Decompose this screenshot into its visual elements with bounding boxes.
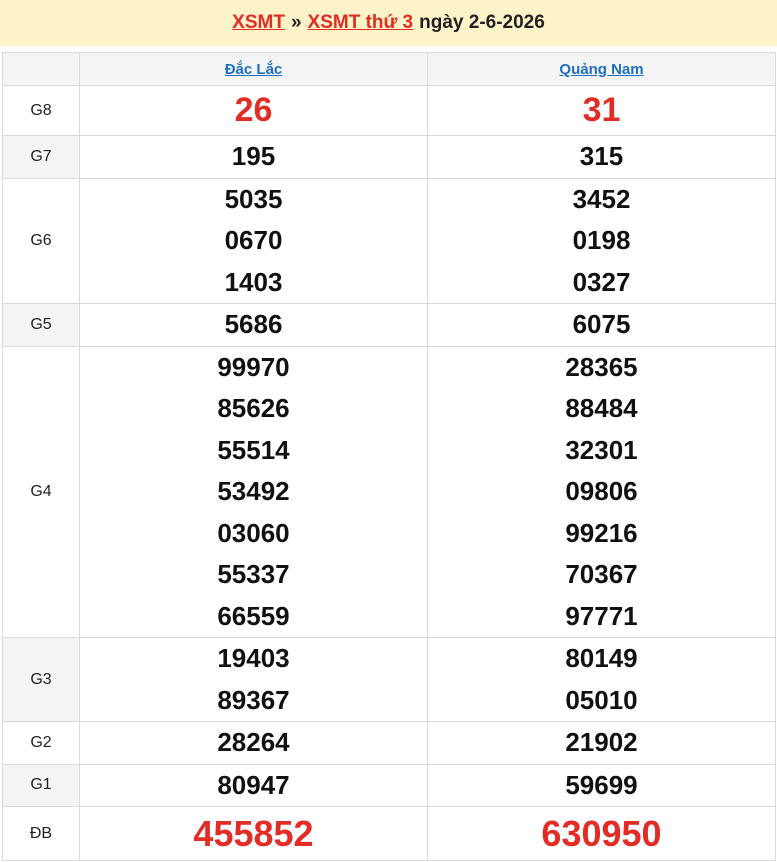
prize-number: 55337: [217, 559, 290, 589]
prize-number: 80149: [565, 643, 638, 673]
prize-number: 32301: [565, 434, 638, 465]
prize-row-g3: G3 19403 89367 80149 05010: [2, 637, 776, 722]
prize-number: 03060: [217, 517, 290, 548]
prize-number: 1403: [224, 266, 283, 297]
prize-number: 97771: [565, 600, 638, 631]
prize-label: ĐB: [2, 806, 80, 861]
breadcrumb-separator: »: [290, 12, 302, 33]
prize-cell: 21902: [427, 721, 776, 765]
prize-number: 59699: [565, 769, 638, 800]
prize-row-g8: G8 26 31: [2, 85, 776, 136]
prize-number: 0327: [572, 266, 631, 297]
province-link-quang-nam[interactable]: Quảng Nam: [559, 61, 643, 78]
prize-number: 455852: [193, 813, 314, 854]
prize-number: 5686: [224, 309, 283, 339]
prize-row-g5: G5 5686 6075: [2, 303, 776, 347]
prize-number: 85626: [217, 393, 290, 423]
prize-label: G6: [2, 177, 80, 304]
prize-label: G8: [2, 85, 80, 136]
prize-number: 21902: [565, 727, 638, 757]
prize-number: 0670: [224, 225, 283, 255]
xsmt-day-link[interactable]: XSMT thứ 3: [308, 12, 414, 34]
results-header: XSMT » XSMT thứ 3 ngày 2-6-2026: [0, 0, 777, 46]
prize-label: G5: [2, 303, 80, 347]
prize-number: 80947: [217, 769, 290, 800]
prize-number: 70367: [565, 559, 638, 589]
prize-number: 0198: [572, 225, 631, 255]
prize-label: G2: [2, 721, 80, 765]
prize-label: G1: [2, 763, 80, 807]
prize-label: G3: [2, 637, 80, 722]
prize-row-g4: G4 99970 85626 55514 53492 03060 55337 66559 283…: [2, 345, 776, 638]
prize-number: 55514: [217, 434, 290, 465]
prize-cell: 80947: [79, 763, 428, 807]
prize-number: 315: [579, 141, 624, 171]
prize-number: 99970: [217, 351, 290, 382]
province-link-dac-lac[interactable]: Đắc Lắc: [225, 61, 283, 78]
prize-cell: 315: [427, 135, 776, 179]
draw-date: ngày 2-6-2026: [419, 12, 545, 33]
prize-number: 630950: [541, 813, 662, 854]
prize-cell: 6075: [427, 303, 776, 347]
prize-number: 66559: [217, 600, 290, 631]
xsmt-link[interactable]: XSMT: [232, 12, 285, 34]
prize-number: 53492: [217, 476, 290, 506]
prize-label: G4: [2, 345, 80, 638]
prize-cell: 455852: [79, 806, 428, 861]
prize-number: 05010: [565, 684, 638, 715]
prize-number: 19403: [217, 643, 290, 673]
prize-number: 195: [231, 141, 276, 171]
prize-cell: 28264: [79, 721, 428, 765]
prize-number: 31: [582, 91, 621, 129]
prize-number: 5035: [224, 183, 283, 214]
prize-label: G7: [2, 135, 80, 179]
province-header-row: Đắc Lắc Quảng Nam: [2, 52, 776, 86]
prize-cell: 195: [79, 135, 428, 179]
prize-number: 3452: [572, 183, 631, 214]
prize-cell: 3452 0198 0327: [427, 177, 776, 304]
prize-row-đb: ĐB 455852 630950: [2, 806, 776, 861]
prize-number: 26: [234, 91, 273, 129]
prize-row-g2: G2 28264 21902: [2, 721, 776, 765]
prize-cell: 31: [427, 85, 776, 136]
corner-cell: [2, 52, 80, 86]
prize-row-g7: G7 195 315: [2, 135, 776, 179]
prize-cell: 28365 88484 32301 09806 99216 70367 97771: [427, 345, 776, 638]
prize-number: 28264: [217, 727, 290, 757]
prize-cell: 5686: [79, 303, 428, 347]
province-header: Quảng Nam: [427, 52, 776, 86]
prize-cell: 26: [79, 85, 428, 136]
prize-number: 28365: [565, 351, 638, 382]
prize-number: 6075: [572, 309, 631, 339]
prize-number: 88484: [565, 393, 638, 423]
prize-number: 89367: [217, 684, 290, 715]
prize-cell: 630950: [427, 806, 776, 861]
prize-cell: 5035 0670 1403: [79, 177, 428, 304]
prize-number: 99216: [565, 517, 638, 548]
prize-row-g6: G6 5035 0670 1403 3452 0198 0327: [2, 177, 776, 304]
prize-number: 09806: [565, 476, 638, 506]
results-table: Đắc Lắc Quảng Nam G8 26 31 G7 195 315 G6 5035 06…: [2, 52, 776, 861]
prize-cell: 99970 85626 55514 53492 03060 55337 66559: [79, 345, 428, 638]
prize-cell: 19403 89367: [79, 637, 428, 722]
province-header: Đắc Lắc: [79, 52, 428, 86]
prize-cell: 80149 05010: [427, 637, 776, 722]
prize-row-g1: G1 80947 59699: [2, 763, 776, 807]
prize-cell: 59699: [427, 763, 776, 807]
